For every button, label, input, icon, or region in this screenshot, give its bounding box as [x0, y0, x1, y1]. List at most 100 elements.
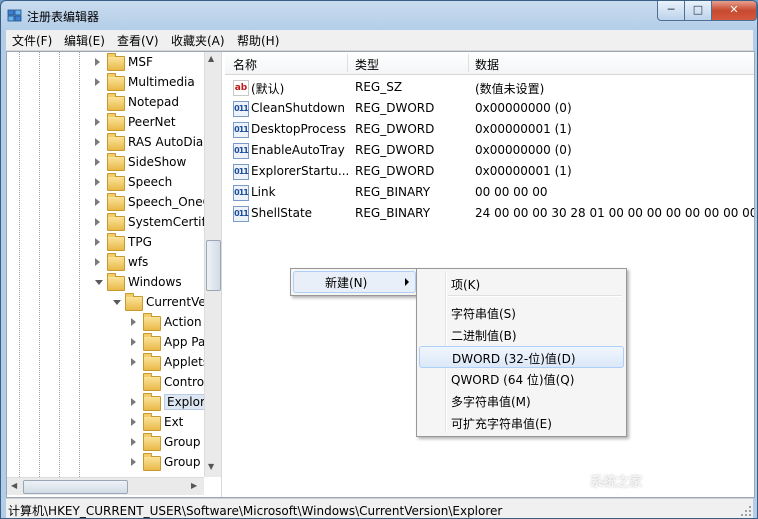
value-data: 24 00 00 00 30 28 01 00 00 00 00 00 00 0… [475, 206, 754, 220]
collapsed-arrow-icon[interactable] [131, 438, 136, 446]
submenu-item-label: 多字符串值(M) [451, 395, 531, 409]
scroll-right-icon[interactable]: ▶ [191, 481, 197, 490]
tree-item-label: Windows [128, 275, 182, 289]
list-row[interactable]: 011 ExplorerStartu... REG_DWORD 0x00000001 … [225, 161, 754, 182]
collapsed-arrow-icon[interactable] [131, 458, 136, 466]
submenu-item[interactable]: DWORD (32-位)值(D) [419, 346, 624, 368]
tree-guide-line [19, 52, 20, 477]
collapsed-arrow-icon[interactable] [95, 138, 100, 146]
watermark-sub-text: XITONGZHIJIA.NET [650, 487, 724, 496]
expanded-arrow-icon[interactable] [113, 300, 121, 305]
value-data: 00 00 00 00 [475, 185, 548, 199]
collapsed-arrow-icon[interactable] [95, 258, 100, 266]
collapsed-arrow-icon[interactable] [95, 158, 100, 166]
context-menu: 新建(N) [290, 268, 419, 296]
binary-value-icon: 011 [233, 206, 249, 222]
tree-item-label: Notepad [128, 95, 179, 109]
collapsed-arrow-icon[interactable] [95, 78, 100, 86]
tree-item-label: TPG [128, 235, 152, 249]
new-submenu: 项(K) 字符串值(S) 二进制值(B) DWORD (32-位)值(D) QWORD … [416, 268, 627, 437]
submenu-item[interactable]: QWORD (64 位)值(Q) [419, 368, 622, 388]
value-name: ExplorerStartu... [251, 164, 350, 178]
folder-icon [125, 293, 143, 311]
folder-icon [107, 233, 125, 251]
folder-icon [143, 453, 161, 471]
tree-guide-line [79, 52, 80, 477]
list-row[interactable]: ab (默认) REG_SZ (数值未设置) [225, 77, 754, 98]
value-data: (数值未设置) [475, 82, 545, 96]
tree-vertical-scrollbar[interactable]: ▲ ▼ [204, 52, 221, 477]
registry-tree[interactable]: MSF Multimedia Notepad PeerNet RAS AutoDial S… [7, 52, 222, 497]
list-row[interactable]: 011 Link REG_BINARY 00 00 00 00 [225, 182, 754, 203]
column-header-name[interactable]: 名称 [233, 56, 257, 73]
value-name: CleanShutdown [251, 101, 345, 115]
collapsed-arrow-icon[interactable] [131, 338, 136, 346]
value-type: REG_DWORD [355, 164, 435, 178]
collapsed-arrow-icon[interactable] [131, 398, 136, 406]
collapsed-arrow-icon[interactable] [95, 58, 100, 66]
menu-edit[interactable]: 编辑(E) [64, 32, 105, 49]
maximize-button[interactable]: □ [684, 1, 712, 21]
registry-app-icon [7, 9, 22, 22]
tree-horizontal-scrollbar[interactable]: ◀ ▶ [7, 477, 204, 495]
collapsed-arrow-icon[interactable] [95, 238, 100, 246]
scroll-up-icon[interactable]: ▲ [208, 54, 214, 63]
close-button[interactable]: ✕ [711, 1, 757, 21]
collapsed-arrow-icon[interactable] [131, 318, 136, 326]
tree-vertical-scroll-thumb[interactable] [206, 240, 221, 291]
tree-item-label: Ext [164, 415, 184, 429]
submenu-arrow-icon [405, 278, 409, 286]
status-path: 计算机\HKEY_CURRENT_USER\Software\Microsoft… [8, 504, 503, 518]
expanded-arrow-icon[interactable] [95, 280, 103, 285]
folder-icon [143, 373, 161, 391]
submenu-item[interactable]: 项(K) [419, 273, 622, 293]
submenu-item[interactable]: 二进制值(B) [419, 324, 622, 344]
folder-icon [107, 53, 125, 71]
value-type: REG_BINARY [355, 185, 431, 199]
tree-guide-line [39, 52, 40, 477]
column-separator[interactable] [347, 54, 348, 72]
binary-value-icon: 011 [233, 185, 249, 201]
submenu-item-label: 可扩充字符串值(E) [451, 417, 552, 431]
collapsed-arrow-icon[interactable] [131, 418, 136, 426]
column-header-type[interactable]: 类型 [355, 56, 379, 73]
tree-item-label: wfs [128, 255, 149, 269]
list-row[interactable]: 011 DesktopProcess REG_DWORD 0x00000001 (1) [225, 119, 754, 140]
resize-grip-icon[interactable] [739, 504, 753, 518]
collapsed-arrow-icon[interactable] [95, 178, 100, 186]
folder-icon [143, 393, 161, 411]
value-type: REG_BINARY [355, 206, 431, 220]
folder-icon [143, 353, 161, 371]
submenu-item[interactable]: 可扩充字符串值(E) [419, 412, 622, 432]
collapsed-arrow-icon[interactable] [95, 198, 100, 206]
folder-icon [107, 173, 125, 191]
title-bar[interactable]: 注册表编辑器 ─ □ ✕ [1, 1, 757, 29]
tree-item-label: PeerNet [128, 115, 176, 129]
menu-favorites[interactable]: 收藏夹(A) [171, 32, 225, 49]
tree-horizontal-scroll-thumb[interactable] [23, 480, 128, 494]
minimize-button[interactable]: ─ [657, 1, 685, 21]
scroll-left-icon[interactable]: ◀ [11, 481, 17, 490]
collapsed-arrow-icon[interactable] [95, 218, 100, 226]
scroll-down-icon[interactable]: ▼ [208, 462, 214, 471]
registry-editor-window: 注册表编辑器 ─ □ ✕ 文件(F) 编辑(E) 查看(V) 收藏夹(A) 帮助… [0, 0, 758, 519]
folder-icon [107, 93, 125, 111]
list-row[interactable]: 011 ShellState REG_BINARY 24 00 00 00 30 28… [225, 203, 754, 224]
collapsed-arrow-icon[interactable] [95, 118, 100, 126]
value-name: EnableAutoTray [251, 143, 345, 157]
folder-icon [107, 213, 125, 231]
menu-file[interactable]: 文件(F) [12, 32, 52, 49]
submenu-item[interactable]: 多字符串值(M) [419, 390, 622, 410]
folder-icon [107, 133, 125, 151]
submenu-item[interactable]: 字符串值(S) [419, 302, 622, 322]
column-separator[interactable] [468, 54, 469, 72]
menu-view[interactable]: 查看(V) [117, 32, 159, 49]
list-row[interactable]: 011 EnableAutoTray REG_DWORD 0x00000000 (0) [225, 140, 754, 161]
collapsed-arrow-icon[interactable] [131, 358, 136, 366]
column-header-data[interactable]: 数据 [475, 56, 499, 73]
context-menu-new[interactable]: 新建(N) [293, 271, 416, 293]
folder-icon [107, 253, 125, 271]
list-row[interactable]: 011 CleanShutdown REG_DWORD 0x00000000 (0) [225, 98, 754, 119]
submenu-item-label: QWORD (64 位)值(Q) [451, 373, 575, 387]
menu-help[interactable]: 帮助(H) [237, 32, 279, 49]
